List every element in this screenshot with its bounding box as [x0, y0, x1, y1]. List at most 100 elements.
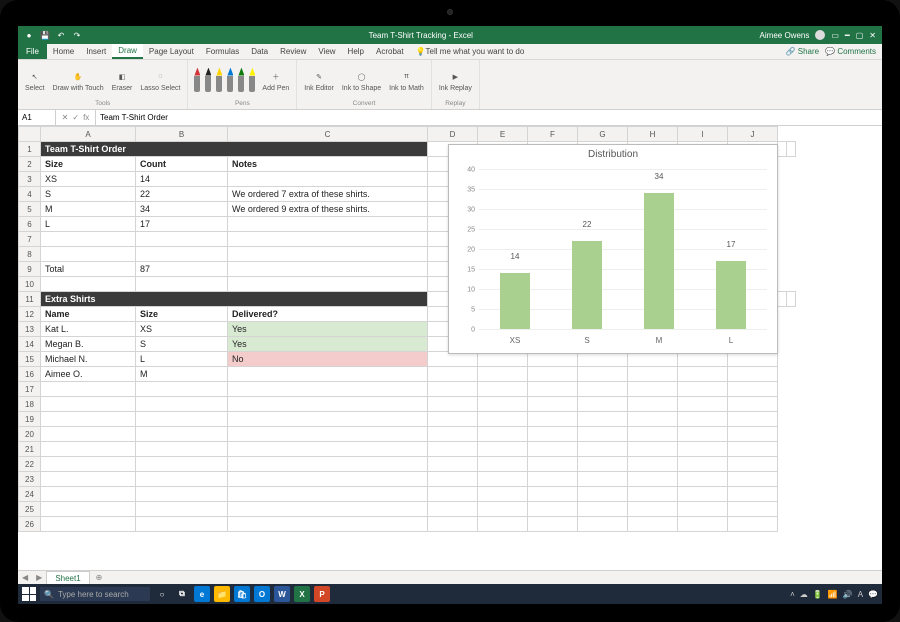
- cell-D24[interactable]: [428, 487, 478, 502]
- tab-file[interactable]: File: [18, 44, 47, 59]
- pen-green[interactable]: [236, 68, 246, 94]
- cell-E17[interactable]: [478, 382, 528, 397]
- task-view-icon[interactable]: ⧉: [174, 586, 190, 602]
- cell-count-1[interactable]: 22: [136, 187, 228, 202]
- row-header-1[interactable]: 1: [19, 142, 41, 157]
- cell-G16[interactable]: [578, 367, 628, 382]
- cell-C17[interactable]: [228, 382, 428, 397]
- cell-H23[interactable]: [628, 472, 678, 487]
- cell-F18[interactable]: [528, 397, 578, 412]
- cell-B10[interactable]: [136, 277, 228, 292]
- wifi-icon[interactable]: 📶: [828, 590, 838, 599]
- cell-notes-0[interactable]: [228, 172, 428, 187]
- distribution-chart[interactable]: Distribution 051015202530354014XS22S34M1…: [448, 144, 778, 354]
- tab-home[interactable]: Home: [47, 44, 80, 59]
- store-icon[interactable]: 🛍: [234, 586, 250, 602]
- cell-D21[interactable]: [428, 442, 478, 457]
- comments-button[interactable]: 💬 Comments: [825, 47, 876, 56]
- cell-name-3[interactable]: Aimee O.: [41, 367, 136, 382]
- sheet-tab-sheet1[interactable]: Sheet1: [46, 571, 89, 584]
- tab-insert[interactable]: Insert: [80, 44, 112, 59]
- cortana-icon[interactable]: ○: [154, 586, 170, 602]
- cell-name-1[interactable]: Megan B.: [41, 337, 136, 352]
- cell-D22[interactable]: [428, 457, 478, 472]
- cell-size2-0[interactable]: XS: [136, 322, 228, 337]
- name-box[interactable]: A1: [18, 110, 56, 125]
- ink-replay-button[interactable]: ▶Ink Replay: [436, 69, 475, 93]
- tab-help[interactable]: Help: [342, 44, 370, 59]
- taskbar-search[interactable]: 🔍Type here to search: [40, 587, 150, 601]
- row-header-11[interactable]: 11: [19, 292, 41, 307]
- cell-F25[interactable]: [528, 502, 578, 517]
- cell-delivered-1[interactable]: Yes: [228, 337, 428, 352]
- cell-A21[interactable]: [41, 442, 136, 457]
- cell-I26[interactable]: [678, 517, 728, 532]
- cell-D25[interactable]: [428, 502, 478, 517]
- cell-H21[interactable]: [628, 442, 678, 457]
- cell-size-1[interactable]: S: [41, 187, 136, 202]
- edge-icon[interactable]: e: [194, 586, 210, 602]
- save-icon[interactable]: 💾: [40, 30, 50, 40]
- eraser-button[interactable]: ◧Eraser: [109, 69, 136, 93]
- maximize-icon[interactable]: ▢: [856, 31, 864, 40]
- cell-B23[interactable]: [136, 472, 228, 487]
- cell-G17[interactable]: [578, 382, 628, 397]
- add-pen-button[interactable]: ＋Add Pen: [259, 69, 292, 93]
- cell-delivered-3[interactable]: [228, 367, 428, 382]
- cell-A7[interactable]: [41, 232, 136, 247]
- avatar[interactable]: [815, 30, 825, 40]
- cell-B19[interactable]: [136, 412, 228, 427]
- cell-F22[interactable]: [528, 457, 578, 472]
- cell-D18[interactable]: [428, 397, 478, 412]
- cell-H16[interactable]: [628, 367, 678, 382]
- row-header-5[interactable]: 5: [19, 202, 41, 217]
- col-header-I[interactable]: I: [678, 127, 728, 142]
- tab-data[interactable]: Data: [245, 44, 274, 59]
- cell-A19[interactable]: [41, 412, 136, 427]
- cell-G25[interactable]: [578, 502, 628, 517]
- col-header-E[interactable]: E: [478, 127, 528, 142]
- cell-H24[interactable]: [628, 487, 678, 502]
- row-header-24[interactable]: 24: [19, 487, 41, 502]
- cell-H17[interactable]: [628, 382, 678, 397]
- tab-page-layout[interactable]: Page Layout: [143, 44, 200, 59]
- enter-icon[interactable]: ✓: [72, 113, 79, 122]
- cell-F26[interactable]: [528, 517, 578, 532]
- cell-name-0[interactable]: Kat L.: [41, 322, 136, 337]
- action-center-icon[interactable]: 💬: [868, 590, 878, 599]
- row-header-18[interactable]: 18: [19, 397, 41, 412]
- tab-acrobat[interactable]: Acrobat: [370, 44, 410, 59]
- row-header-13[interactable]: 13: [19, 322, 41, 337]
- pen-blue[interactable]: [225, 68, 235, 94]
- tab-draw[interactable]: Draw: [112, 44, 143, 59]
- cell-B24[interactable]: [136, 487, 228, 502]
- cell-I21[interactable]: [678, 442, 728, 457]
- highlighter-yellow[interactable]: [247, 68, 257, 94]
- row-header-16[interactable]: 16: [19, 367, 41, 382]
- col-header-D[interactable]: D: [428, 127, 478, 142]
- col-header-C[interactable]: C: [228, 127, 428, 142]
- cell-A22[interactable]: [41, 457, 136, 472]
- onedrive-icon[interactable]: ☁: [800, 590, 808, 599]
- cell-notes-3[interactable]: [228, 217, 428, 232]
- cell-A23[interactable]: [41, 472, 136, 487]
- cell-E20[interactable]: [478, 427, 528, 442]
- cell-F19[interactable]: [528, 412, 578, 427]
- draw-touch-button[interactable]: ✋Draw with Touch: [49, 69, 106, 93]
- cell-B22[interactable]: [136, 457, 228, 472]
- cell-F17[interactable]: [528, 382, 578, 397]
- cell-C21[interactable]: [228, 442, 428, 457]
- cell-I22[interactable]: [678, 457, 728, 472]
- cell-size2-3[interactable]: M: [136, 367, 228, 382]
- outlook-icon[interactable]: O: [254, 586, 270, 602]
- bar-M[interactable]: [644, 193, 674, 329]
- cell-G23[interactable]: [578, 472, 628, 487]
- row-header-26[interactable]: 26: [19, 517, 41, 532]
- redo-icon[interactable]: ↷: [72, 30, 82, 40]
- cell-C25[interactable]: [228, 502, 428, 517]
- sheet-nav-next-icon[interactable]: ▶: [32, 573, 46, 582]
- cell-J20[interactable]: [728, 427, 778, 442]
- cell-J26[interactable]: [728, 517, 778, 532]
- cell-H20[interactable]: [628, 427, 678, 442]
- cell-B18[interactable]: [136, 397, 228, 412]
